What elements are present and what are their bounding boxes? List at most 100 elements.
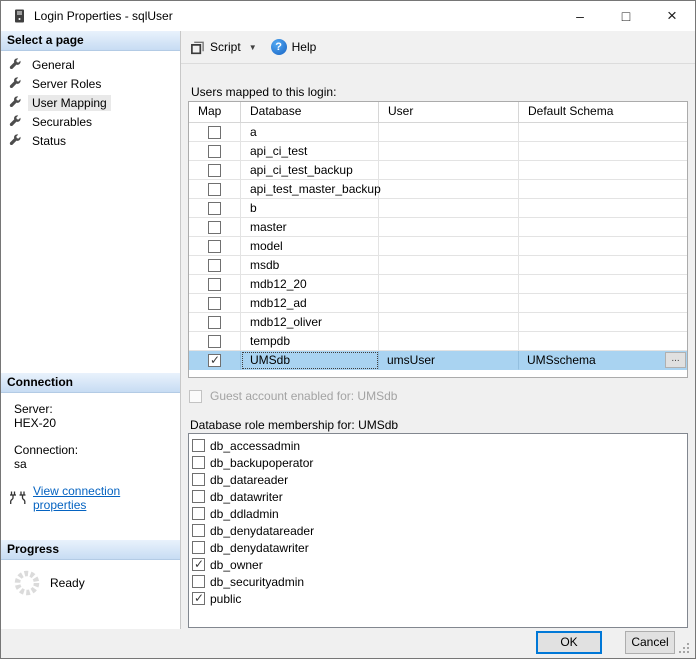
role-checkbox[interactable] <box>192 575 205 588</box>
column-header-default-schema[interactable]: Default Schema <box>519 102 687 122</box>
default-schema-cell[interactable] <box>519 237 687 256</box>
column-header-map[interactable]: Map <box>189 102 241 122</box>
role-item-public[interactable]: public <box>192 590 687 607</box>
role-item-db_owner[interactable]: db_owner <box>192 556 687 573</box>
resize-grip[interactable] <box>687 643 689 645</box>
cancel-button[interactable]: Cancel <box>625 631 675 654</box>
table-row[interactable]: mdb12_oliver <box>189 313 687 332</box>
role-checkbox[interactable] <box>192 507 205 520</box>
database-cell[interactable]: master <box>241 218 379 237</box>
default-schema-cell[interactable] <box>519 199 687 218</box>
user-cell[interactable] <box>379 180 519 199</box>
user-cell[interactable] <box>379 161 519 180</box>
table-row[interactable]: master <box>189 218 687 237</box>
database-cell[interactable]: msdb <box>241 256 379 275</box>
user-cell[interactable] <box>379 218 519 237</box>
column-header-database[interactable]: Database <box>241 102 379 122</box>
user-cell[interactable] <box>379 332 519 351</box>
table-row[interactable]: tempdb <box>189 332 687 351</box>
role-checkbox[interactable] <box>192 524 205 537</box>
view-connection-properties-link[interactable]: View connection properties <box>33 484 174 512</box>
column-header-user[interactable]: User <box>379 102 519 122</box>
map-checkbox[interactable] <box>208 126 221 139</box>
default-schema-cell[interactable] <box>519 256 687 275</box>
role-item-db_securityadmin[interactable]: db_securityadmin <box>192 573 687 590</box>
close-button[interactable]: × <box>649 1 695 31</box>
database-cell[interactable]: mdb12_20 <box>241 275 379 294</box>
role-checkbox[interactable] <box>192 558 205 571</box>
map-checkbox[interactable] <box>208 335 221 348</box>
table-row[interactable]: mdb12_ad <box>189 294 687 313</box>
table-row[interactable]: api_ci_test <box>189 142 687 161</box>
browse-button[interactable]: ... <box>665 352 686 368</box>
table-row[interactable]: b <box>189 199 687 218</box>
map-checkbox[interactable] <box>208 297 221 310</box>
user-cell[interactable] <box>379 199 519 218</box>
role-item-db_denydatareader[interactable]: db_denydatareader <box>192 522 687 539</box>
map-checkbox[interactable] <box>208 145 221 158</box>
map-checkbox[interactable] <box>208 316 221 329</box>
role-item-db_accessadmin[interactable]: db_accessadmin <box>192 437 687 454</box>
table-row[interactable]: a <box>189 123 687 142</box>
role-checkbox[interactable] <box>192 592 205 605</box>
database-cell[interactable]: mdb12_ad <box>241 294 379 313</box>
map-checkbox[interactable] <box>208 221 221 234</box>
default-schema-cell[interactable]: UMSschema... <box>519 351 687 370</box>
default-schema-cell[interactable] <box>519 123 687 142</box>
table-row[interactable]: model <box>189 237 687 256</box>
default-schema-cell[interactable] <box>519 313 687 332</box>
user-cell[interactable] <box>379 275 519 294</box>
default-schema-cell[interactable] <box>519 332 687 351</box>
help-button[interactable]: ? Help <box>261 39 317 55</box>
role-item-db_datareader[interactable]: db_datareader <box>192 471 687 488</box>
database-cell[interactable]: api_ci_test_backup <box>241 161 379 180</box>
role-checkbox[interactable] <box>192 456 205 469</box>
role-item-db_denydatawriter[interactable]: db_denydatawriter <box>192 539 687 556</box>
map-checkbox[interactable] <box>208 202 221 215</box>
map-checkbox[interactable] <box>208 259 221 272</box>
table-row[interactable]: api_ci_test_backup <box>189 161 687 180</box>
role-checkbox[interactable] <box>192 541 205 554</box>
user-cell[interactable] <box>379 256 519 275</box>
sidebar-item-status[interactable]: Status <box>1 131 180 150</box>
database-cell[interactable]: model <box>241 237 379 256</box>
sidebar-item-server-roles[interactable]: Server Roles <box>1 74 180 93</box>
user-cell[interactable]: umsUser <box>379 351 519 370</box>
user-cell[interactable] <box>379 142 519 161</box>
map-checkbox[interactable] <box>208 240 221 253</box>
database-cell[interactable]: api_ci_test <box>241 142 379 161</box>
map-checkbox[interactable] <box>208 354 221 367</box>
database-cell[interactable]: tempdb <box>241 332 379 351</box>
role-item-db_backupoperator[interactable]: db_backupoperator <box>192 454 687 471</box>
database-cell[interactable]: UMSdb <box>241 351 379 370</box>
default-schema-cell[interactable] <box>519 161 687 180</box>
map-checkbox[interactable] <box>208 164 221 177</box>
role-item-db_datawriter[interactable]: db_datawriter <box>192 488 687 505</box>
maximize-button[interactable]: □ <box>603 1 649 31</box>
default-schema-cell[interactable] <box>519 275 687 294</box>
table-row[interactable]: msdb <box>189 256 687 275</box>
sidebar-item-user-mapping[interactable]: User Mapping <box>1 93 180 112</box>
chevron-down-icon[interactable]: ▼ <box>249 43 257 52</box>
default-schema-cell[interactable] <box>519 218 687 237</box>
database-cell[interactable]: mdb12_oliver <box>241 313 379 332</box>
database-cell[interactable]: api_test_master_backup <box>241 180 379 199</box>
map-checkbox[interactable] <box>208 278 221 291</box>
user-cell[interactable] <box>379 294 519 313</box>
titlebar[interactable]: Login Properties - sqlUser – □ × <box>1 1 695 31</box>
role-item-db_ddladmin[interactable]: db_ddladmin <box>192 505 687 522</box>
map-checkbox[interactable] <box>208 183 221 196</box>
default-schema-cell[interactable] <box>519 142 687 161</box>
role-checkbox[interactable] <box>192 490 205 503</box>
table-row[interactable]: mdb12_20 <box>189 275 687 294</box>
database-cell[interactable]: b <box>241 199 379 218</box>
user-cell[interactable] <box>379 237 519 256</box>
default-schema-cell[interactable] <box>519 294 687 313</box>
ok-button[interactable]: OK <box>536 631 602 654</box>
database-cell[interactable]: a <box>241 123 379 142</box>
script-button[interactable]: Script ▼ <box>190 40 261 55</box>
user-cell[interactable] <box>379 123 519 142</box>
sidebar-item-securables[interactable]: Securables <box>1 112 180 131</box>
role-checkbox[interactable] <box>192 473 205 486</box>
table-row[interactable]: UMSdbumsUserUMSschema... <box>189 351 687 370</box>
